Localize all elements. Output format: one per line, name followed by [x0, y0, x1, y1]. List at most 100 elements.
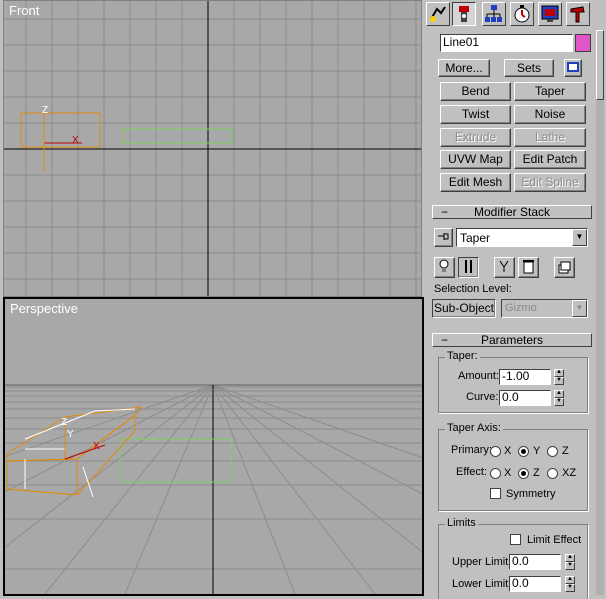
lightbulb-icon [439, 259, 449, 272]
viewport-label-perspective: Perspective [10, 301, 78, 316]
utilities-tab[interactable] [566, 2, 590, 26]
primary-y-radio[interactable] [518, 446, 529, 457]
pin-stack-button[interactable] [434, 228, 453, 247]
perspective-grid [5, 384, 422, 594]
symmetry-checkbox[interactable] [490, 488, 501, 499]
axis-label-persp-x: X [93, 441, 100, 452]
create-icon [430, 6, 446, 22]
make-unique-button[interactable] [494, 257, 515, 278]
effect-x-radio[interactable] [490, 468, 501, 479]
modifier-stack-current: Taper [460, 231, 491, 245]
modifier-taper-button[interactable]: Taper [514, 82, 586, 101]
modifier-bend-button[interactable]: Bend [440, 82, 511, 101]
primary-label: Primary: [451, 444, 492, 456]
show-end-result-button[interactable] [458, 257, 479, 278]
chevron-down-icon: ▼ [572, 300, 587, 317]
taper-group-title: Taper: [445, 350, 480, 362]
effect-xz-radio[interactable] [547, 468, 558, 479]
parameters-title: Parameters [480, 333, 544, 347]
effect-z-label: Z [533, 467, 540, 479]
sub-object-button[interactable]: Sub-Object [432, 299, 496, 318]
upper-limit-label: Upper Limit: [452, 556, 512, 568]
chevron-down-icon: ▼ [572, 229, 587, 246]
stack-icon [558, 261, 571, 274]
modifier-edit-spline-button[interactable]: Edit Spline [514, 173, 586, 192]
edit-stack-button[interactable] [554, 257, 575, 278]
sub-object-level-dropdown[interactable]: Gizmo ▼ [501, 299, 588, 318]
viewport-label-front: Front [9, 3, 40, 18]
active-inactive-toggle-button[interactable] [434, 257, 455, 278]
modifier-uvw-map-button[interactable]: UVW Map [440, 150, 511, 169]
modifier-edit-mesh-button[interactable]: Edit Mesh [440, 173, 511, 192]
make-unique-icon [499, 260, 509, 272]
motion-icon [514, 5, 530, 23]
display-tab[interactable] [538, 2, 562, 26]
axis-label-x: X [72, 135, 79, 146]
axis-label-z: Z [42, 105, 49, 116]
command-panel-tabs [424, 0, 604, 28]
amount-input[interactable]: -1.00 [499, 369, 551, 385]
taper-axis-group-title: Taper Axis: [445, 422, 503, 434]
lower-limit-input[interactable]: 0.0 [509, 576, 561, 592]
limit-effect-label: Limit Effect [527, 534, 582, 546]
amount-label: Amount: [458, 370, 499, 382]
command-panel: Line01 More... Sets Bend Taper Twist Noi… [424, 0, 606, 599]
lower-limit-spinner[interactable]: ▲ ▼ [565, 576, 575, 592]
modifier-noise-button[interactable]: Noise [514, 105, 586, 124]
modifier-lathe-button[interactable]: Lathe [514, 128, 586, 147]
object-color-swatch[interactable] [575, 34, 591, 52]
parameters-rollout-header[interactable]: − Parameters [432, 333, 592, 347]
modifier-stack-dropdown[interactable]: Taper ▼ [456, 228, 588, 247]
symmetry-label: Symmetry [506, 488, 556, 500]
sets-button[interactable]: Sets [504, 59, 554, 77]
effect-label: Effect: [456, 466, 487, 478]
modify-icon [459, 6, 469, 22]
primary-z-label: Z [562, 445, 569, 457]
primary-x-label: X [504, 445, 512, 457]
pin-icon [438, 233, 449, 240]
collapse-icon: − [441, 205, 449, 219]
display-icon [541, 5, 559, 22]
configure-sets-button[interactable] [564, 59, 582, 77]
modify-tab[interactable] [452, 2, 476, 26]
hierarchy-icon [485, 5, 502, 22]
front-viewport[interactable]: Front Z X [3, 0, 422, 297]
modifier-stack-rollout-header[interactable]: − Modifier Stack [432, 205, 592, 219]
modifier-stack-title: Modifier Stack [473, 205, 551, 219]
front-grid [4, 1, 421, 296]
primary-z-radio[interactable] [547, 446, 558, 457]
curve-input[interactable]: 0.0 [499, 390, 551, 406]
amount-spinner[interactable]: ▲ ▼ [554, 369, 564, 385]
show-end-result-icon [465, 260, 472, 273]
lower-limit-label: Lower Limit: [452, 578, 512, 590]
effect-z-radio[interactable] [518, 468, 529, 479]
axis-label-persp-z: Z [61, 417, 68, 428]
selection-level-label: Selection Level: [434, 283, 512, 295]
create-tab[interactable] [426, 2, 450, 26]
upper-limit-spinner[interactable]: ▲ ▼ [565, 554, 575, 570]
trash-icon [523, 260, 534, 274]
sub-object-level-value: Gizmo [505, 302, 537, 314]
remove-modifier-button[interactable] [518, 257, 539, 278]
configure-icon [567, 62, 579, 72]
panel-scrollbar[interactable] [596, 30, 604, 595]
primary-y-label: Y [533, 445, 541, 457]
motion-tab[interactable] [510, 2, 534, 26]
perspective-viewport[interactable]: Perspective Z Y X [3, 297, 424, 596]
panel-scrollbar-thumb[interactable] [596, 30, 604, 100]
upper-limit-input[interactable]: 0.0 [509, 554, 561, 570]
primary-x-radio[interactable] [490, 446, 501, 457]
curve-label: Curve: [466, 391, 499, 403]
effect-x-label: X [504, 467, 512, 479]
collapse-icon: − [441, 333, 449, 347]
limit-effect-checkbox[interactable] [510, 534, 521, 545]
modifier-extrude-button[interactable]: Extrude [440, 128, 511, 147]
modifier-twist-button[interactable]: Twist [440, 105, 511, 124]
object-name-input[interactable]: Line01 [440, 34, 573, 52]
limits-group-title: Limits [445, 517, 478, 529]
more-button[interactable]: More... [438, 59, 490, 77]
hierarchy-tab[interactable] [482, 2, 506, 26]
modifier-edit-patch-button[interactable]: Edit Patch [514, 150, 586, 169]
curve-spinner[interactable]: ▲ ▼ [554, 390, 564, 406]
axis-label-persp-y: Y [67, 429, 74, 440]
